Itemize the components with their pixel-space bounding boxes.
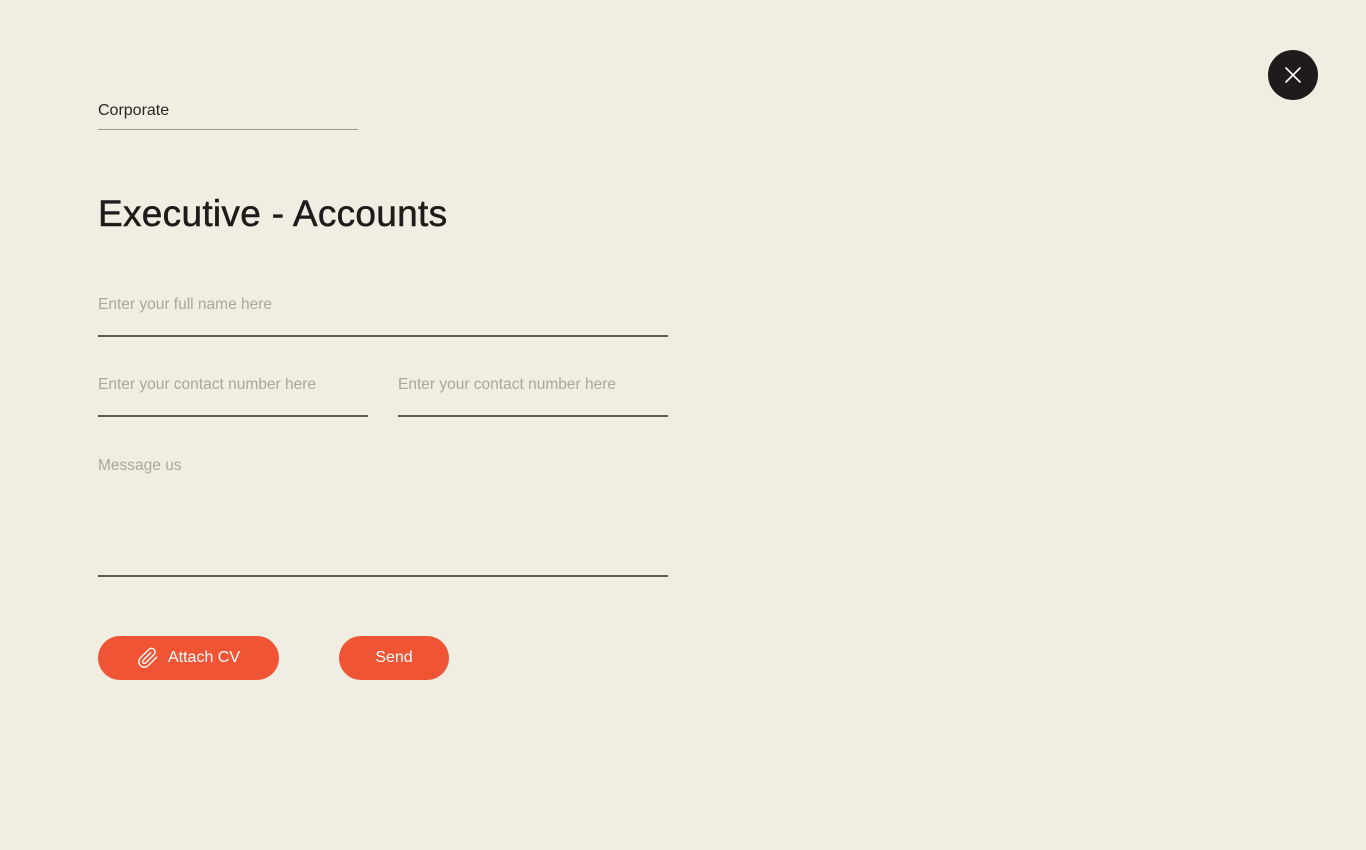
message-textarea[interactable] xyxy=(98,456,668,577)
secondary-contact-input[interactable] xyxy=(398,372,668,417)
paperclip-icon xyxy=(137,647,159,669)
page-title: Executive - Accounts xyxy=(98,193,448,235)
close-button[interactable] xyxy=(1268,50,1318,100)
category-value: Corporate xyxy=(98,102,170,119)
category-dropdown[interactable]: Corporate xyxy=(98,98,358,130)
send-button[interactable]: Send xyxy=(339,636,449,680)
send-label: Send xyxy=(375,649,413,666)
contact-number-input[interactable] xyxy=(98,372,368,417)
attach-cv-button[interactable]: Attach CV xyxy=(98,636,279,680)
close-icon xyxy=(1285,67,1301,83)
attach-cv-label: Attach CV xyxy=(167,649,241,666)
full-name-input[interactable] xyxy=(98,292,668,337)
